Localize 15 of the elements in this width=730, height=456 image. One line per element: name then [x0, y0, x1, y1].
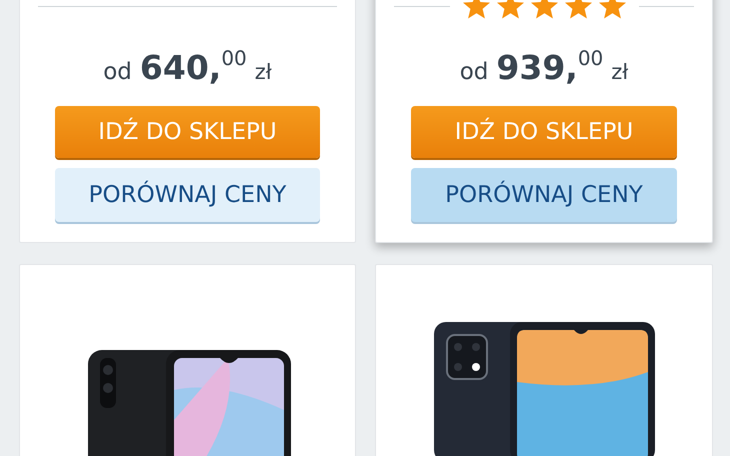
compare-prices-button[interactable]: PORÓWNAJ CENY [411, 168, 677, 222]
price-prefix: od [103, 58, 132, 87]
star-icon [462, 0, 490, 20]
star-icon [598, 0, 626, 20]
price-cents: 00 [578, 45, 604, 72]
star-icon [496, 0, 524, 20]
star-icon [564, 0, 592, 20]
currency-label: zł [611, 59, 628, 86]
price-prefix: od [460, 58, 488, 87]
star-icon [530, 0, 558, 20]
price-amount: 640, [140, 47, 222, 89]
currency-label: zł [254, 59, 272, 86]
price-cents: 00 [221, 45, 247, 72]
price-amount: 939, [496, 47, 578, 89]
compare-prices-button[interactable]: PORÓWNAJ CENY [55, 168, 320, 222]
